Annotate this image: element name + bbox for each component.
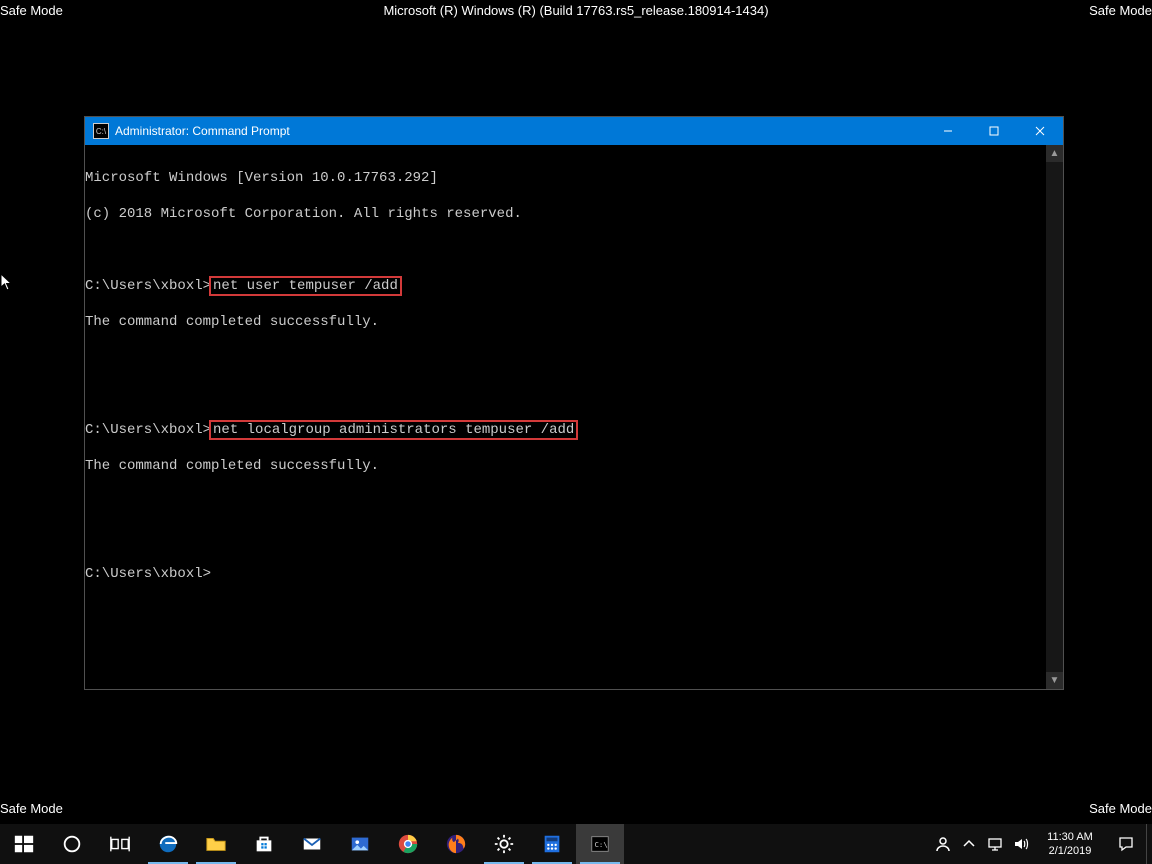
minimize-button[interactable] [925, 117, 971, 145]
window-titlebar[interactable]: C:\ Administrator: Command Prompt [85, 117, 1063, 145]
command-1-highlight: net user tempuser /add [209, 276, 402, 296]
chevron-up-icon [961, 836, 977, 852]
safemode-label-top-left: Safe Mode [0, 3, 63, 18]
windows-build-label: Microsoft (R) Windows (R) (Build 17763.r… [383, 3, 768, 18]
edge-icon [157, 833, 179, 855]
clock-time: 11:30 AM [1047, 830, 1093, 844]
result-1: The command completed successfully. [85, 314, 379, 330]
taskbar-app-store[interactable] [240, 824, 288, 864]
task-view-icon [109, 833, 131, 855]
windows-logo-icon [13, 833, 35, 855]
photos-icon [349, 833, 371, 855]
prompt-3: C:\Users\xboxl> [85, 566, 211, 582]
cmd-icon: C:\ [589, 833, 611, 855]
taskbar-app-edge[interactable] [144, 824, 192, 864]
taskbar-clock[interactable]: 11:30 AM 2/1/2019 [1034, 824, 1106, 864]
prompt-2: C:\Users\xboxl> [85, 422, 211, 438]
firefox-icon [445, 833, 467, 855]
tray-volume[interactable] [1008, 824, 1034, 864]
close-button[interactable] [1017, 117, 1063, 145]
command-2-highlight: net localgroup administrators tempuser /… [209, 420, 578, 440]
system-tray [930, 824, 1034, 864]
window-title: Administrator: Command Prompt [115, 124, 290, 138]
prompt-1: C:\Users\xboxl> [85, 278, 211, 294]
maximize-button[interactable] [971, 117, 1017, 145]
cortana-button[interactable] [48, 824, 96, 864]
vertical-scrollbar[interactable]: ▲ ▼ [1046, 145, 1063, 689]
mouse-cursor-icon [0, 273, 14, 291]
safemode-label-top-right: Safe Mode [1089, 3, 1152, 18]
scrollbar-track[interactable] [1046, 162, 1063, 672]
taskbar-app-mail[interactable] [288, 824, 336, 864]
svg-text:C:\: C:\ [595, 840, 608, 849]
tray-people[interactable] [930, 824, 956, 864]
calculator-icon [541, 833, 563, 855]
taskbar-app-firefox[interactable] [432, 824, 480, 864]
folder-icon [205, 833, 227, 855]
taskbar-app-settings[interactable] [480, 824, 528, 864]
taskbar-app-calculator[interactable] [528, 824, 576, 864]
taskbar-app-photos[interactable] [336, 824, 384, 864]
notification-icon [1118, 836, 1134, 852]
output-version: Microsoft Windows [Version 10.0.17763.29… [85, 170, 438, 186]
cmd-app-icon: C:\ [93, 123, 109, 139]
cortana-circle-icon [61, 833, 83, 855]
clock-date: 2/1/2019 [1049, 844, 1092, 858]
scrollbar-down-icon[interactable]: ▼ [1046, 672, 1063, 689]
mail-icon [301, 833, 323, 855]
store-icon [253, 833, 275, 855]
tray-overflow[interactable] [956, 824, 982, 864]
network-icon [987, 836, 1003, 852]
chrome-icon [397, 833, 419, 855]
show-desktop-button[interactable] [1146, 824, 1152, 864]
scrollbar-up-icon[interactable]: ▲ [1046, 145, 1063, 162]
start-button[interactable] [0, 824, 48, 864]
command-prompt-window: C:\ Administrator: Command Prompt Micros… [84, 116, 1064, 690]
volume-icon [1013, 836, 1029, 852]
taskbar-app-command-prompt[interactable]: C:\ [576, 824, 624, 864]
safemode-label-bottom-right: Safe Mode [1089, 801, 1152, 816]
safemode-label-bottom-left: Safe Mode [0, 801, 63, 816]
taskbar: C:\ 11:30 AM 2/1/2019 [0, 824, 1152, 864]
task-view-button[interactable] [96, 824, 144, 864]
output-copyright: (c) 2018 Microsoft Corporation. All righ… [85, 206, 522, 222]
people-icon [935, 836, 951, 852]
gear-icon [493, 833, 515, 855]
action-center-button[interactable] [1106, 824, 1146, 864]
taskbar-app-file-explorer[interactable] [192, 824, 240, 864]
result-2: The command completed successfully. [85, 458, 379, 474]
terminal-output[interactable]: Microsoft Windows [Version 10.0.17763.29… [85, 145, 1046, 689]
tray-network[interactable] [982, 824, 1008, 864]
taskbar-app-chrome[interactable] [384, 824, 432, 864]
